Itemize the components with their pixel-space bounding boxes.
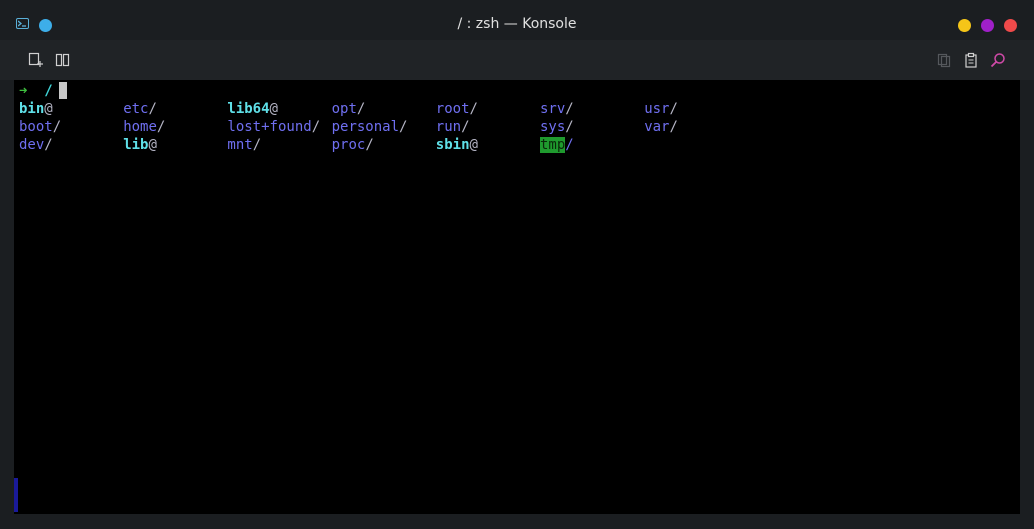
entry-suffix: / — [669, 119, 678, 135]
entry-name: lost+found — [227, 119, 312, 135]
entry-name: sbin — [435, 137, 470, 153]
listing-entry: lost+found/ — [227, 118, 320, 136]
entry-name: srv — [540, 101, 566, 117]
listing-entry: sys/ — [540, 118, 574, 136]
scroll-marker — [14, 478, 18, 512]
entry-name: var — [644, 119, 670, 135]
entry-name: etc — [123, 101, 149, 117]
listing-entry: sbin@ — [436, 136, 478, 154]
window-title: / : zsh — Konsole — [457, 16, 577, 32]
entry-suffix: @ — [269, 101, 278, 117]
entry-suffix: / — [365, 137, 374, 153]
current-directory: / — [44, 83, 53, 99]
listing-entry: tmp/ — [540, 136, 574, 154]
maximize-button[interactable] — [981, 19, 994, 32]
entry-name: personal — [331, 119, 400, 135]
konsole-window: / : zsh — Konsole ➜ / bin@ boot/ dev/ et… — [0, 0, 1034, 529]
entry-name: run — [435, 119, 462, 135]
listing-entry: opt/ — [332, 100, 366, 118]
listing-entry: run/ — [436, 118, 470, 136]
toolbar — [0, 40, 1034, 80]
listing-entry: home/ — [123, 118, 165, 136]
entry-suffix: @ — [469, 137, 478, 153]
listing-entry: root/ — [436, 100, 478, 118]
entry-suffix: @ — [44, 101, 53, 117]
entry-name: home — [123, 119, 157, 135]
listing-entry: lib@ — [123, 136, 157, 154]
entry-suffix: / — [52, 119, 62, 135]
entry-name: opt — [331, 101, 357, 117]
entry-name: mnt — [227, 137, 253, 153]
new-tab-icon[interactable] — [28, 52, 44, 68]
listing-entry: bin@ — [19, 100, 53, 118]
listing-entry: usr/ — [644, 100, 678, 118]
entry-suffix: @ — [148, 137, 157, 153]
listing-entry: srv/ — [540, 100, 574, 118]
listing-entry: proc/ — [332, 136, 374, 154]
entry-suffix: / — [148, 101, 157, 117]
entry-name: proc — [331, 137, 366, 153]
entry-name: lib — [123, 137, 149, 153]
entry-name: boot — [19, 119, 53, 135]
terminal-view[interactable]: ➜ / bin@ boot/dev/etc/home/lib@ lib64@ lost… — [14, 80, 1020, 514]
entry-suffix: / — [156, 119, 166, 135]
entry-suffix: / — [669, 101, 678, 117]
listing-entry: personal/ — [332, 118, 408, 136]
entry-suffix: / — [461, 119, 470, 135]
listing-entry: lib64@ — [227, 100, 278, 118]
listing-entry: boot/ — [19, 118, 61, 136]
entry-suffix: / — [565, 137, 574, 153]
close-button[interactable] — [1004, 19, 1017, 32]
find-icon[interactable] — [990, 52, 1006, 68]
text-cursor — [59, 82, 67, 99]
entry-name: usr — [644, 101, 670, 117]
copy-icon[interactable] — [936, 52, 952, 68]
minimize-button[interactable] — [958, 19, 971, 32]
entry-name: bin — [19, 101, 45, 117]
prompt-line: ➜ / — [19, 82, 53, 100]
entry-name: root — [435, 101, 470, 117]
entry-name: tmp — [540, 137, 566, 153]
entry-name: lib64 — [227, 101, 270, 117]
paste-icon[interactable] — [963, 52, 979, 68]
listing-entry: etc/ — [123, 100, 157, 118]
prompt-arrow: ➜ — [19, 83, 28, 99]
entry-suffix: / — [399, 119, 408, 135]
listing-entry: mnt/ — [227, 136, 261, 154]
entry-name: dev — [19, 137, 45, 153]
entry-suffix: / — [252, 137, 262, 153]
entry-suffix: / — [44, 137, 53, 153]
entry-suffix: / — [356, 101, 366, 117]
entry-suffix: / — [565, 101, 574, 117]
listing-entry: var/ — [644, 118, 678, 136]
entry-suffix: / — [469, 101, 478, 117]
entry-name: sys — [540, 119, 566, 135]
split-view-icon[interactable] — [55, 52, 71, 68]
entry-suffix: / — [311, 119, 321, 135]
listing-entry: dev/ — [19, 136, 53, 154]
entry-suffix: / — [565, 119, 574, 135]
title-bar[interactable]: / : zsh — Konsole — [0, 0, 1034, 40]
